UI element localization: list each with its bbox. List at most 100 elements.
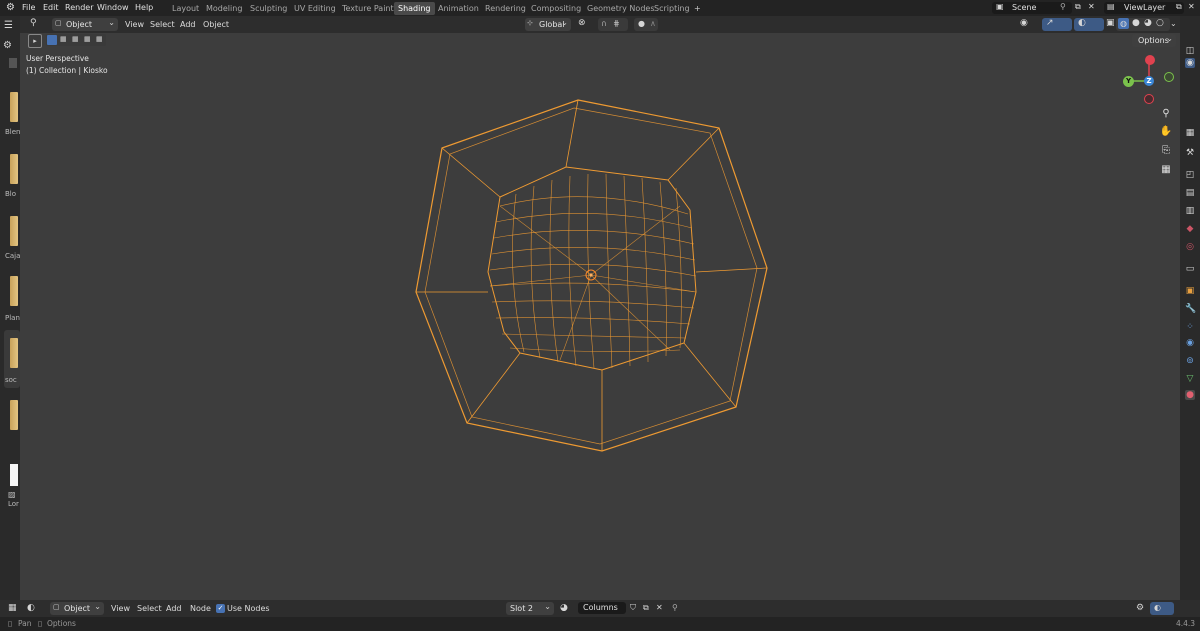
- tab-texture-paint[interactable]: Texture Paint: [338, 2, 398, 15]
- select-invert-icon[interactable]: ▦: [84, 35, 91, 43]
- new-scene-icon[interactable]: ⧉: [1075, 2, 1081, 12]
- editor-type-icon[interactable]: ▦: [8, 603, 17, 613]
- outliner-active-icon[interactable]: ◉: [1185, 58, 1195, 68]
- constraints-tab-icon[interactable]: ⊚: [1185, 356, 1195, 366]
- delete-view-layer-icon[interactable]: ✕: [1188, 2, 1195, 11]
- data-tab-icon[interactable]: ▽: [1185, 374, 1195, 384]
- mesh-wireframe: [415, 99, 768, 452]
- scene-tab-icon[interactable]: ◆: [1185, 224, 1195, 234]
- view-layer-selector[interactable]: ViewLayer: [1104, 2, 1184, 14]
- zoom-icon[interactable]: ⚲: [1158, 106, 1174, 122]
- wireframe-shading-icon[interactable]: ◍: [1118, 18, 1129, 29]
- asset-thumbnail[interactable]: [10, 338, 18, 368]
- delete-scene-icon[interactable]: ✕: [1088, 2, 1095, 11]
- options-dropdown[interactable]: Options: [1132, 32, 1176, 47]
- gizmo-z-red[interactable]: [1145, 55, 1155, 65]
- editor-type-icon[interactable]: ⚲: [30, 18, 37, 28]
- add-workspace-button[interactable]: +: [690, 2, 705, 15]
- output-tab-icon[interactable]: ▤: [1185, 188, 1195, 198]
- tab-compositing[interactable]: Compositing: [527, 2, 585, 15]
- menu-view[interactable]: View: [111, 600, 130, 617]
- material-icon[interactable]: ◕: [560, 603, 568, 613]
- asset-thumbnail[interactable]: [10, 464, 18, 486]
- asset-thumbnail[interactable]: [10, 154, 18, 184]
- menu-add[interactable]: Add: [166, 600, 182, 617]
- asset-thumbnail[interactable]: [10, 216, 18, 246]
- view-layer-tab-icon[interactable]: ▥: [1185, 206, 1195, 216]
- use-nodes-checkbox[interactable]: ✓: [216, 604, 225, 613]
- fake-user-shield-icon[interactable]: ⛉: [630, 603, 636, 613]
- render-tab-icon[interactable]: ◰: [1185, 170, 1195, 180]
- menu-edit[interactable]: Edit: [43, 0, 59, 16]
- tab-geometry-nodes[interactable]: Geometry Nodes: [583, 2, 658, 15]
- mode-selector[interactable]: Object Mode: [52, 16, 118, 42]
- 3d-viewport[interactable]: [20, 16, 1180, 600]
- properties-editor-icon[interactable]: ▦: [1185, 128, 1195, 138]
- select-subtract-icon[interactable]: ▦: [72, 35, 79, 43]
- visibility-icon[interactable]: ◉: [1020, 18, 1028, 28]
- tab-animation[interactable]: Animation: [434, 2, 483, 15]
- gizmo-z-axis[interactable]: Z: [1144, 76, 1154, 86]
- blender-logo-icon[interactable]: ⚙: [6, 0, 15, 16]
- xray-icon[interactable]: ▣: [1106, 18, 1115, 28]
- perspective-toggle-icon[interactable]: ▦: [1158, 162, 1174, 178]
- select-intersect-icon[interactable]: ▦: [96, 35, 103, 43]
- menu-object[interactable]: Object: [203, 16, 229, 33]
- editor-type-icon[interactable]: ☰: [4, 20, 13, 31]
- select-new-icon[interactable]: [47, 35, 57, 45]
- menu-file[interactable]: File: [22, 0, 35, 16]
- material-tab-icon[interactable]: ●: [1185, 390, 1195, 400]
- material-shading-icon[interactable]: ◕: [1144, 18, 1152, 28]
- gizmo-y-axis[interactable]: Y: [1123, 76, 1134, 87]
- strip-toggle[interactable]: [9, 58, 17, 68]
- pan-hand-icon[interactable]: ✋: [1158, 124, 1174, 140]
- menu-help[interactable]: Help: [135, 0, 153, 16]
- tab-sculpting[interactable]: Sculpting: [246, 2, 291, 15]
- tab-uv-editing[interactable]: UV Editing: [290, 2, 340, 15]
- tab-rendering[interactable]: Rendering: [481, 2, 530, 15]
- select-extend-icon[interactable]: ▦: [60, 35, 67, 43]
- select-tool-icon[interactable]: ▸: [28, 34, 42, 48]
- gizmo-neg-y[interactable]: [1164, 72, 1174, 82]
- duplicate-material-icon[interactable]: ⧉: [643, 603, 649, 613]
- menu-node[interactable]: Node: [190, 600, 211, 617]
- solid-shading-icon[interactable]: ●: [1132, 18, 1140, 28]
- material-name-field[interactable]: Columns: [578, 602, 626, 614]
- pivot-point-icon[interactable]: ⊗: [578, 18, 586, 28]
- menu-view[interactable]: View: [125, 16, 144, 33]
- asset-browser-icon[interactable]: ⚙: [3, 40, 12, 51]
- physics-tab-icon[interactable]: ◉: [1185, 338, 1195, 348]
- tab-shading[interactable]: Shading: [394, 2, 435, 15]
- object-tab-icon[interactable]: ▣: [1185, 286, 1195, 296]
- collection-tab-icon[interactable]: ▭: [1185, 264, 1195, 274]
- particles-tab-icon[interactable]: ⁘: [1185, 322, 1195, 332]
- asset-thumbnail[interactable]: [10, 400, 18, 430]
- material-slot-selector[interactable]: Slot 2: [506, 600, 554, 615]
- unlink-material-icon[interactable]: ✕: [656, 603, 663, 612]
- tab-scripting[interactable]: Scripting: [650, 2, 694, 15]
- world-tab-icon[interactable]: ◎: [1185, 242, 1195, 252]
- camera-view-icon[interactable]: ⎘: [1158, 143, 1174, 159]
- pin-icon[interactable]: ⚲: [1060, 2, 1066, 11]
- pin-icon[interactable]: ⚲: [672, 603, 678, 612]
- menu-select[interactable]: Select: [150, 16, 175, 33]
- shading-options-icon[interactable]: ⌄: [1170, 19, 1177, 28]
- asset-thumbnail[interactable]: [10, 92, 18, 122]
- asset-thumbnail[interactable]: [10, 276, 18, 306]
- outliner-icon[interactable]: ◫: [1185, 46, 1195, 56]
- shader-type-icon[interactable]: ◐: [27, 603, 35, 613]
- tab-layout[interactable]: Layout: [168, 2, 203, 15]
- navigation-gizmo[interactable]: Y Z: [1120, 52, 1174, 106]
- tool-tab-icon[interactable]: ⚒: [1185, 148, 1195, 158]
- snapping-icon[interactable]: ⚙: [1136, 603, 1144, 613]
- menu-add[interactable]: Add: [180, 16, 196, 33]
- new-view-layer-icon[interactable]: ⧉: [1176, 2, 1182, 12]
- modifier-tab-icon[interactable]: 🔧: [1185, 304, 1196, 314]
- menu-window[interactable]: Window: [97, 0, 129, 16]
- tab-modeling[interactable]: Modeling: [202, 2, 246, 15]
- falloff-icon[interactable]: ∧: [650, 19, 656, 28]
- menu-render[interactable]: Render: [65, 0, 93, 16]
- gizmo-neg-x[interactable]: [1144, 94, 1154, 104]
- rendered-shading-icon[interactable]: ○: [1156, 18, 1164, 28]
- menu-select[interactable]: Select: [137, 600, 162, 617]
